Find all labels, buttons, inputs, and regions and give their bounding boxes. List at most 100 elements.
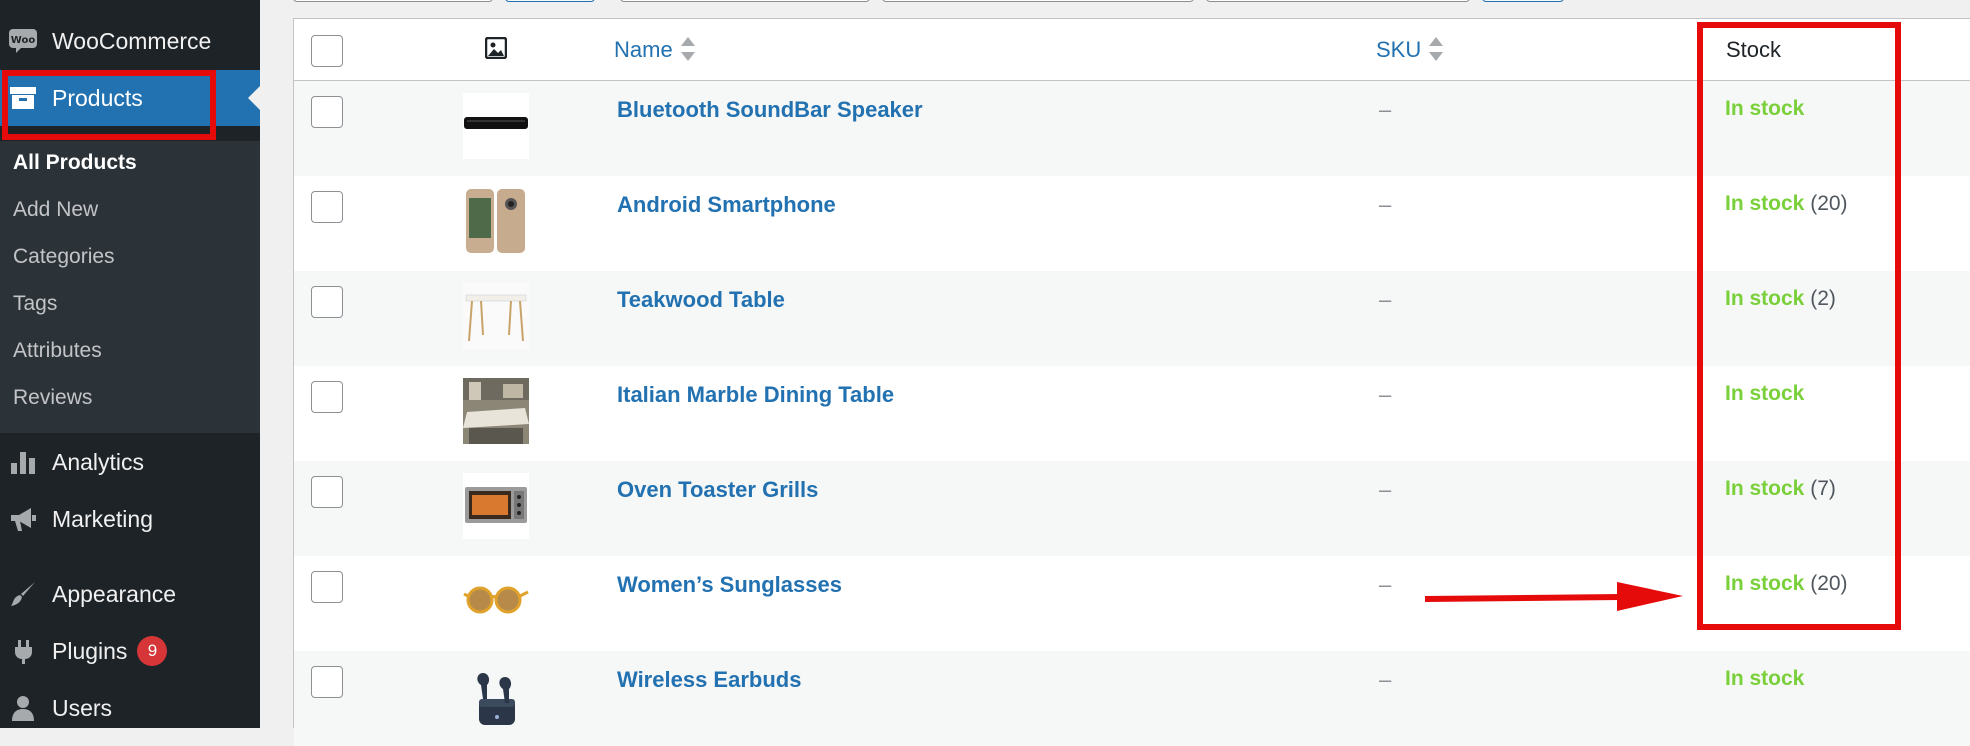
stock-status-filter-select[interactable] <box>1206 0 1470 2</box>
column-name-sort[interactable]: Name <box>614 37 695 63</box>
stock-status: In stock (2) <box>1725 287 1836 311</box>
plugins-update-badge: 9 <box>137 636 168 666</box>
submenu-attributes[interactable]: Attributes <box>13 339 102 363</box>
sort-icon <box>680 37 695 62</box>
stock-label: In stock <box>1725 667 1805 690</box>
row-checkbox[interactable] <box>311 666 343 698</box>
table-row: Android Smartphone – In stock (20) <box>294 176 1970 271</box>
menu-woocommerce[interactable]: Woo WooCommerce <box>0 13 260 69</box>
product-sku: – <box>1379 477 1392 502</box>
submenu-add-new[interactable]: Add New <box>13 198 98 222</box>
stock-status: In stock (20) <box>1725 192 1848 216</box>
column-stock-label: Stock <box>1726 37 1782 62</box>
product-name-link[interactable]: Oven Toaster Grills <box>617 477 818 503</box>
user-icon <box>8 693 38 723</box>
row-checkbox[interactable] <box>311 96 343 128</box>
column-sku-label: SKU <box>1376 37 1422 62</box>
stock-label: In stock <box>1725 382 1805 405</box>
products-table: Name SKU Stock Bluetooth SoundBar Speake… <box>293 18 1970 746</box>
submenu-categories[interactable]: Categories <box>13 245 115 269</box>
table-row: Wireless Earbuds – In stock <box>294 651 1970 746</box>
stock-quantity: (2) <box>1810 287 1836 310</box>
menu-plugins-label: Plugins <box>52 637 128 664</box>
stock-status: In stock <box>1725 382 1804 406</box>
row-checkbox[interactable] <box>311 381 343 413</box>
stock-label: In stock <box>1725 287 1805 310</box>
stock-quantity: (7) <box>1810 477 1836 500</box>
stock-status: In stock (20) <box>1725 572 1848 596</box>
stock-status: In stock <box>1725 667 1804 691</box>
menu-products[interactable]: Products <box>0 70 260 126</box>
menu-users-label: Users <box>52 694 113 721</box>
table-row: Bluetooth SoundBar Speaker – In stock <box>294 81 1970 176</box>
product-thumbnail[interactable] <box>463 378 529 444</box>
product-thumbnail[interactable] <box>463 188 529 254</box>
filter-button[interactable] <box>1482 0 1564 2</box>
submenu-tags[interactable]: Tags <box>13 292 57 316</box>
menu-woocommerce-label: WooCommerce <box>52 27 212 54</box>
product-thumbnail[interactable] <box>463 473 529 539</box>
bar-chart-icon <box>8 447 38 477</box>
paintbrush-icon <box>8 579 38 609</box>
product-sku: – <box>1379 192 1392 217</box>
svg-text:Woo: Woo <box>11 35 36 46</box>
product-name-link[interactable]: Women’s Sunglasses <box>617 572 842 598</box>
product-thumbnail[interactable] <box>463 663 529 729</box>
stock-label: In stock <box>1725 572 1805 595</box>
archive-icon <box>8 83 38 113</box>
row-checkbox[interactable] <box>311 476 343 508</box>
category-filter-select[interactable] <box>620 0 870 2</box>
product-sku: – <box>1379 287 1392 312</box>
product-sku: – <box>1379 667 1392 692</box>
table-row: Oven Toaster Grills – In stock (7) <box>294 461 1970 556</box>
product-name-link[interactable]: Bluetooth SoundBar Speaker <box>617 97 923 123</box>
stock-quantity: (20) <box>1810 572 1848 595</box>
product-sku: – <box>1379 97 1392 122</box>
menu-products-label: Products <box>52 84 143 111</box>
submenu-all-products[interactable]: All Products <box>13 151 137 175</box>
product-sku: – <box>1379 382 1392 407</box>
product-thumbnail[interactable] <box>463 283 529 349</box>
admin-sidebar: Woo WooCommerce Products All Products Ad… <box>0 0 260 728</box>
product-name-link[interactable]: Wireless Earbuds <box>617 667 801 693</box>
stock-label: In stock <box>1725 97 1805 120</box>
sort-icon <box>1429 37 1444 62</box>
menu-marketing[interactable]: Marketing <box>0 491 260 547</box>
product-name-link[interactable]: Italian Marble Dining Table <box>617 382 894 408</box>
submenu-reviews[interactable]: Reviews <box>13 386 92 410</box>
stock-status: In stock (7) <box>1725 477 1836 501</box>
apply-button[interactable] <box>505 0 595 2</box>
stock-status: In stock <box>1725 97 1804 121</box>
column-name-label: Name <box>614 37 673 62</box>
image-column-icon <box>484 36 508 64</box>
row-checkbox[interactable] <box>311 191 343 223</box>
bulk-actions-select[interactable] <box>293 0 493 2</box>
row-checkbox[interactable] <box>311 571 343 603</box>
menu-analytics[interactable]: Analytics <box>0 434 260 490</box>
table-header: Name SKU Stock <box>294 19 1970 81</box>
products-submenu: All Products Add New Categories Tags Att… <box>0 141 260 433</box>
menu-appearance-label: Appearance <box>52 580 177 607</box>
menu-analytics-label: Analytics <box>52 448 145 475</box>
row-checkbox[interactable] <box>311 286 343 318</box>
menu-appearance[interactable]: Appearance <box>0 566 260 622</box>
table-row: Teakwood Table – In stock (2) <box>294 271 1970 366</box>
column-sku-sort[interactable]: SKU <box>1376 37 1444 63</box>
product-name-link[interactable]: Android Smartphone <box>617 192 836 218</box>
plug-icon <box>8 636 38 666</box>
select-all-checkbox[interactable] <box>311 35 343 67</box>
product-type-filter-select[interactable] <box>882 0 1194 2</box>
stock-label: In stock <box>1725 192 1805 215</box>
menu-plugins[interactable]: Plugins 9 <box>0 623 260 679</box>
product-thumbnail[interactable] <box>463 93 529 159</box>
stock-quantity: (20) <box>1810 192 1848 215</box>
product-name-link[interactable]: Teakwood Table <box>617 287 785 313</box>
product-sku: – <box>1379 572 1392 597</box>
stock-label: In stock <box>1725 477 1805 500</box>
product-thumbnail[interactable] <box>463 568 529 634</box>
menu-marketing-label: Marketing <box>52 505 153 532</box>
megaphone-icon <box>8 504 38 534</box>
table-row: Women’s Sunglasses – In stock (20) <box>294 556 1970 651</box>
woo-icon: Woo <box>8 26 38 56</box>
table-row: Italian Marble Dining Table – In stock <box>294 366 1970 461</box>
